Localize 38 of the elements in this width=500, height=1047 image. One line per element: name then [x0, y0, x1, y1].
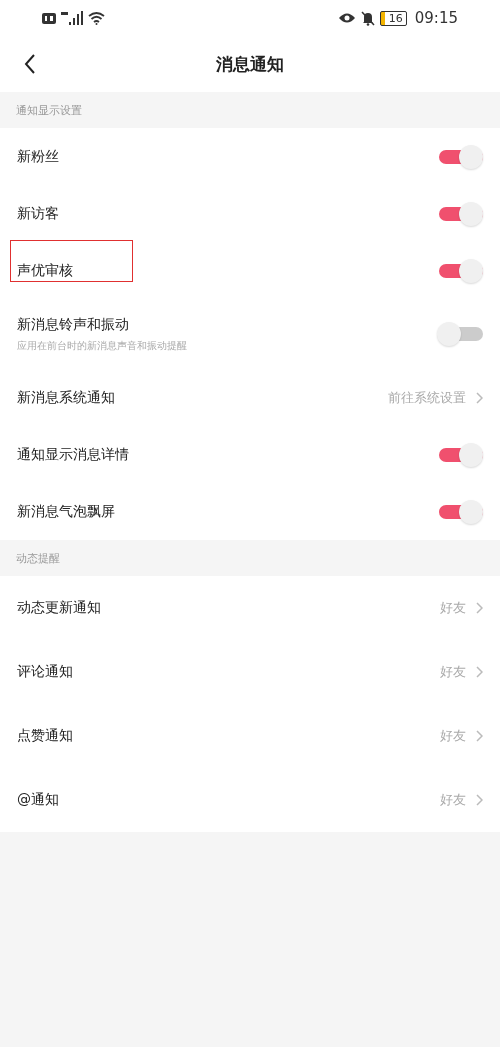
chevron-right-icon[interactable]	[476, 602, 483, 614]
setting-label: 声优审核	[17, 261, 73, 280]
section-header: 动态提醒	[16, 550, 60, 566]
wifi-icon	[88, 11, 105, 25]
setting-value[interactable]: 好友	[440, 791, 466, 809]
muted-bell-icon	[360, 10, 375, 26]
chevron-right-icon[interactable]	[476, 391, 483, 404]
chevron-right-icon[interactable]	[476, 794, 483, 806]
setting-value[interactable]: 前往系统设置	[388, 388, 466, 407]
chevron-right-icon[interactable]	[476, 730, 483, 742]
page-title: 消息通知	[216, 52, 284, 76]
eye-icon	[337, 12, 356, 24]
back-icon[interactable]	[24, 54, 36, 74]
toggle-switch[interactable]	[437, 322, 483, 346]
toggle-switch[interactable]	[437, 258, 483, 283]
section-header: 通知显示设置	[16, 102, 82, 118]
setting-label: 评论通知	[17, 663, 73, 681]
chevron-right-icon[interactable]	[476, 666, 483, 678]
toggle-switch[interactable]	[437, 442, 483, 467]
setting-value[interactable]: 好友	[440, 727, 466, 745]
signal-icon	[61, 11, 83, 25]
toggle-switch[interactable]	[437, 201, 483, 226]
setting-value[interactable]: 好友	[440, 663, 466, 681]
setting-label: 新消息系统通知	[17, 388, 115, 407]
setting-label: 新消息铃声和振动	[17, 315, 130, 334]
toggle-switch[interactable]	[437, 144, 483, 169]
setting-label: 点赞通知	[17, 727, 73, 745]
setting-label: 新消息气泡飘屏	[17, 502, 115, 521]
setting-value[interactable]: 好友	[440, 599, 466, 617]
setting-label: @通知	[17, 791, 59, 809]
toggle-switch[interactable]	[437, 499, 483, 524]
setting-label: 新粉丝	[17, 147, 59, 166]
setting-description: 应用在前台时的新消息声音和振动提醒	[17, 338, 187, 353]
clock-time: 09:15	[414, 9, 458, 27]
battery-indicator: 16	[379, 10, 407, 26]
setting-label: 动态更新通知	[17, 599, 101, 617]
setting-label: 新访客	[17, 204, 59, 223]
setting-label: 通知显示消息详情	[17, 445, 129, 464]
